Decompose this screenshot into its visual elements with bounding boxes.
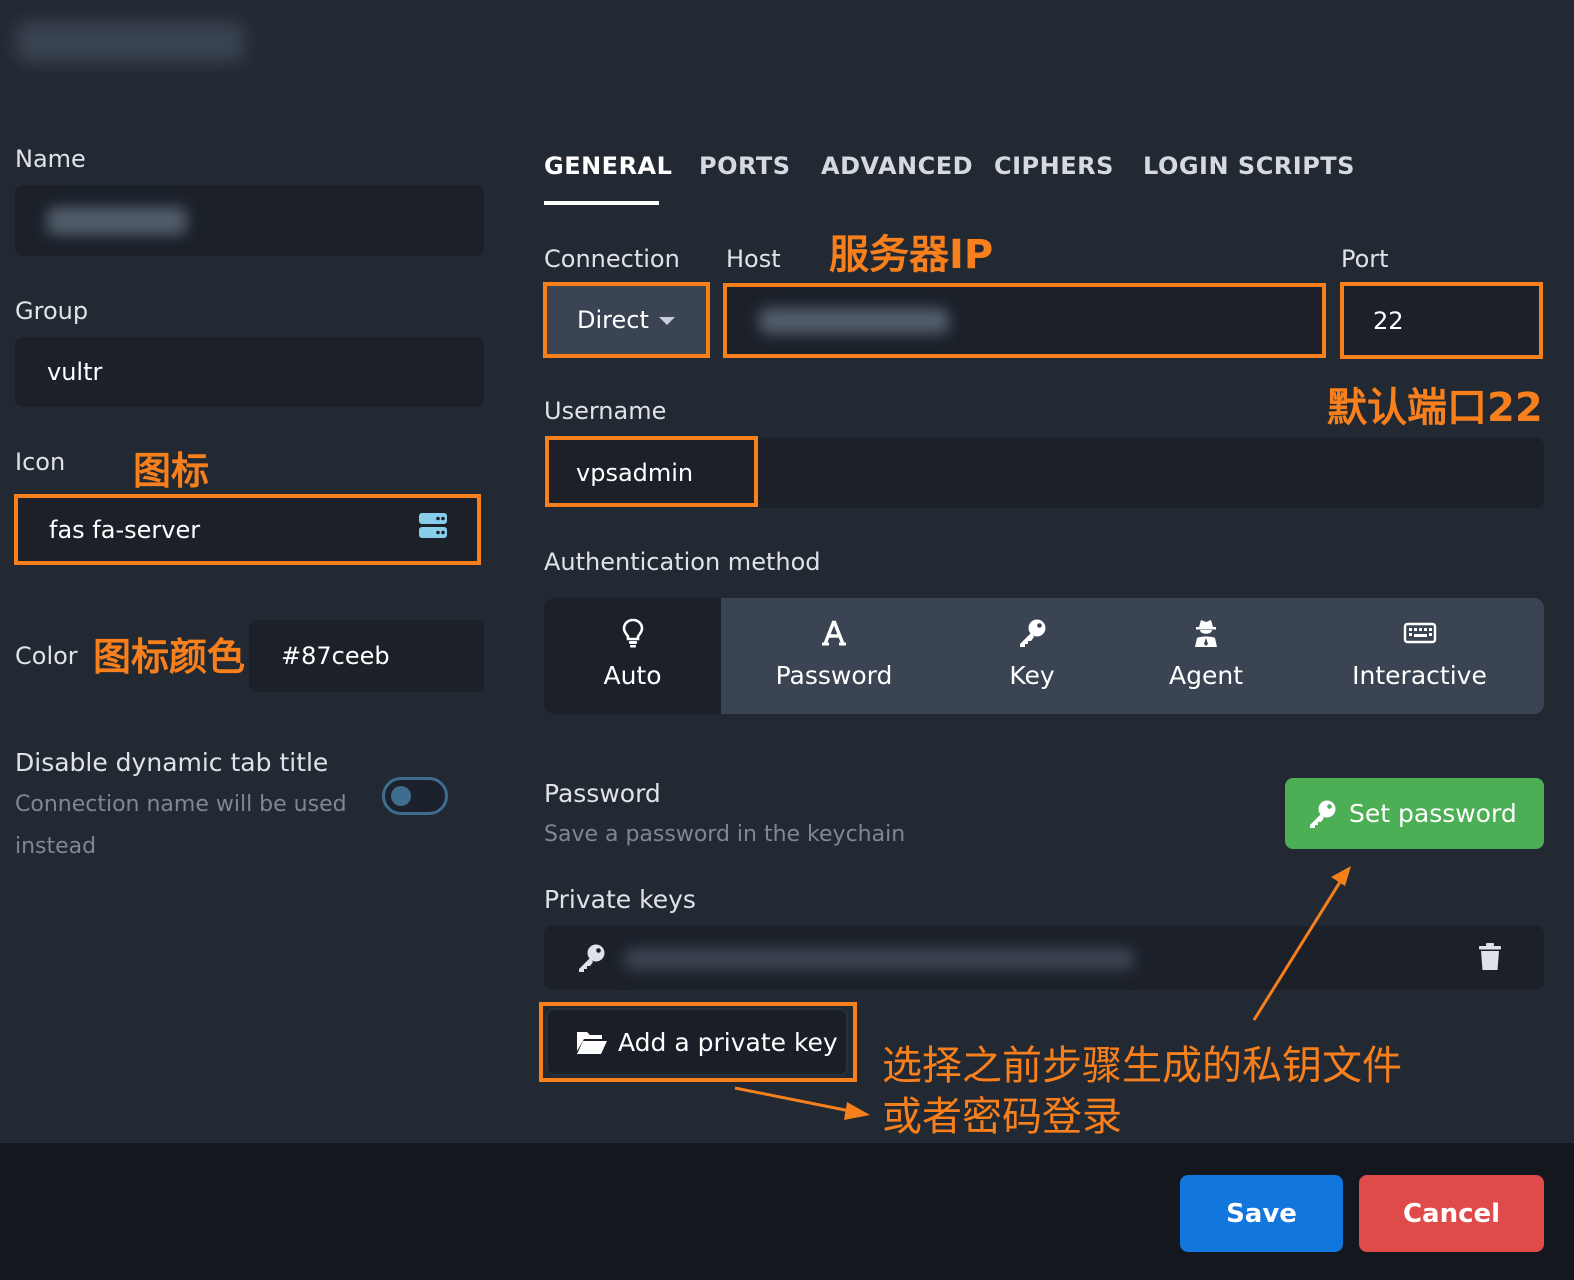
cancel-button[interactable]: Cancel xyxy=(1359,1175,1544,1252)
connection-settings-dialog: Name Group vultr Icon 图标 fas fa-server C… xyxy=(0,0,1574,1280)
save-button[interactable]: Save xyxy=(1180,1175,1343,1252)
annotation-arrows xyxy=(734,866,1351,1120)
